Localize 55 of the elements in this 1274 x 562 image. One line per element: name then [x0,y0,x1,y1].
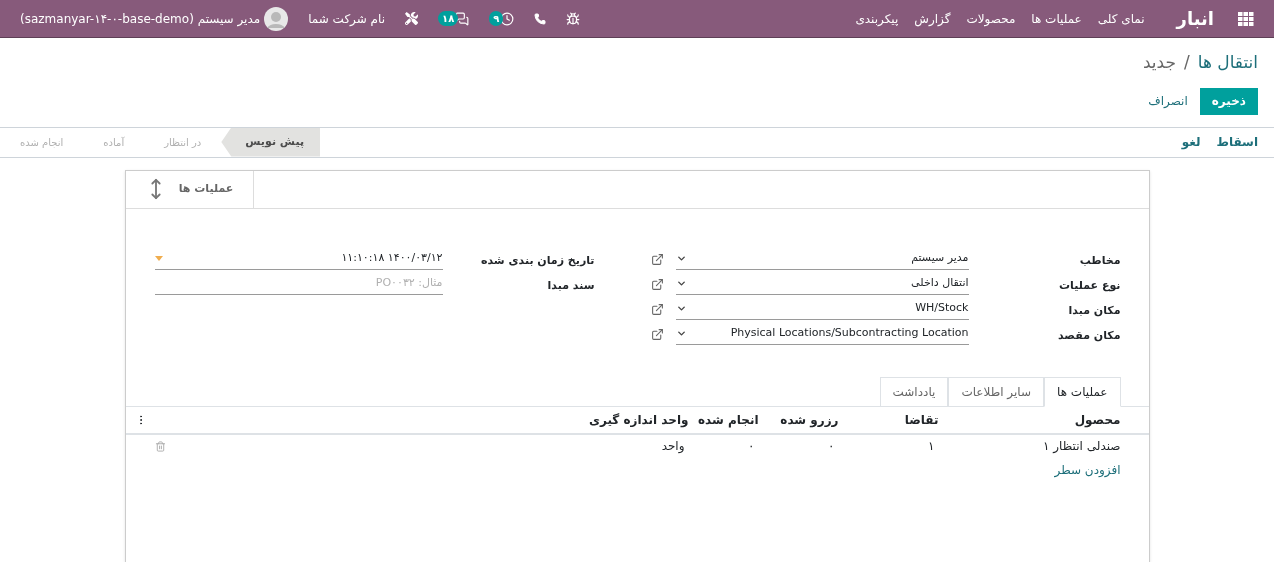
external-link-icon[interactable] [650,252,664,266]
field-label: تاریخ زمان بندی شده [479,253,595,269]
external-link-icon[interactable] [650,327,664,341]
user-name[interactable]: مدیر سیستم (sazmanyar-۱۴-۰-base-demo) [20,9,261,28]
avatar[interactable] [264,6,289,31]
date-field[interactable]: ۱۴۰۰/۰۳/۱۲ ۱۱:۱۰:۱۸ [154,247,443,270]
status-action-button[interactable]: لغو [1181,133,1201,151]
notebook-tab[interactable]: عملیات ها [1044,376,1121,407]
menu-item[interactable]: محصولات [966,9,1016,28]
company-name[interactable]: نام شرکت شما [308,9,386,28]
external-link-icon[interactable] [650,302,664,316]
app-name[interactable]: انبار [1176,5,1214,32]
operations-stat-button[interactable]: عملیات ها [125,170,254,208]
table-cell: ۱ [838,433,939,458]
save-button[interactable]: ذخیره [1199,87,1258,115]
menu-item[interactable]: پیکربندی [855,9,899,28]
messages-icon[interactable] [455,11,470,26]
select-field[interactable]: انتقال داخلی [675,272,969,295]
column-header[interactable]: واحد اندازه گیری [558,406,689,434]
table-cell: ۰ [758,433,839,458]
table-cell: ۰ [688,433,759,458]
field-label: سند مبدا [546,278,595,294]
menu-item[interactable]: نمای کلی [1097,9,1145,28]
breadcrumb-link[interactable]: انتقال ها [1197,50,1258,76]
discard-button[interactable]: انصراف [1148,92,1188,110]
field-label: مکان مقصد [1057,328,1121,344]
select-field[interactable]: مدیر سیستم [675,247,969,270]
notebook-tab[interactable]: یادداشت [879,376,949,407]
menu-item[interactable]: عملیات ها [1031,9,1082,28]
tools-icon[interactable] [405,12,419,25]
select-field[interactable]: Physical Locations/Subcontracting Location [675,322,969,345]
field-label: مخاطب [1078,253,1121,269]
phone-icon[interactable] [534,12,547,25]
column-header[interactable]: تقاضا [838,406,939,434]
external-link-icon[interactable] [650,277,664,291]
field-label: مکان مبدا [1067,303,1121,319]
column-header[interactable]: رزرو شده [758,406,839,434]
table-cell: واحد [558,433,689,458]
breadcrumb-separator: / [1184,51,1190,74]
activity-count-badge: ۹ [489,11,504,26]
field-label: نوع عملیات [1058,278,1121,294]
breadcrumb-current: جدید [1142,51,1176,74]
status-action-button[interactable]: اسقاط [1216,133,1258,151]
status-stage[interactable]: پیش نویس [221,127,321,157]
table-cell: صندلی انتظار ۱ [938,433,1149,458]
debug-icon[interactable] [566,11,581,26]
add-line-link[interactable]: افزودن سطر [1054,462,1121,477]
column-header[interactable]: محصول [938,406,1149,434]
menu-item[interactable]: گزارش [914,9,951,28]
select-field[interactable]: WH/Stock [675,297,969,320]
notebook-tab[interactable]: سایر اطلاعات [948,376,1045,407]
apps-menu-icon[interactable] [1238,11,1254,26]
column-header[interactable]: انجام شده [688,406,759,434]
activity-icon[interactable] [500,11,515,26]
message-count-badge: ۱۸ [438,11,459,26]
